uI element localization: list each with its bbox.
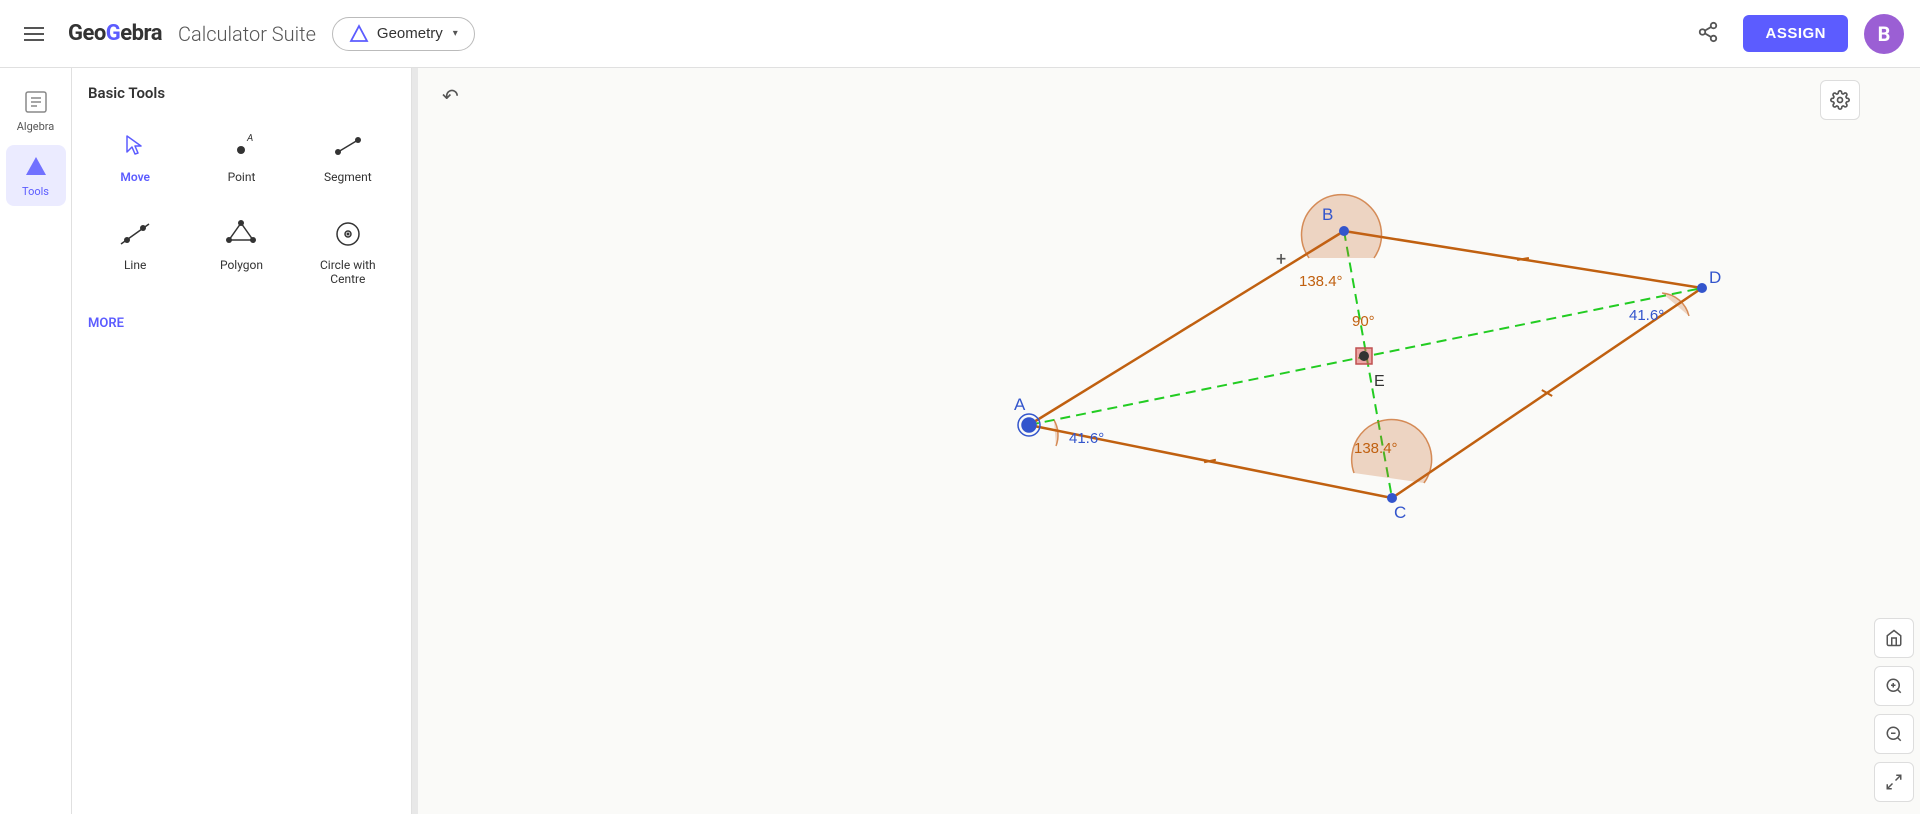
tool-segment[interactable]: Segment [301, 118, 395, 194]
tools-grid: Move A Point [88, 118, 395, 296]
share-button[interactable] [1689, 13, 1727, 54]
svg-text:41.6°: 41.6° [1069, 430, 1104, 447]
line-icon [117, 216, 153, 252]
geometry-icon [349, 24, 369, 44]
svg-text:D: D [1709, 268, 1721, 287]
geometry-label: Geometry [377, 25, 443, 42]
svg-text:+: + [1276, 249, 1286, 270]
svg-text:138.4°: 138.4° [1354, 440, 1398, 457]
point-label: Point [228, 170, 256, 184]
tool-move[interactable]: Move [88, 118, 182, 194]
menu-button[interactable] [16, 19, 52, 49]
tool-polygon[interactable]: Polygon [194, 206, 288, 296]
svg-text:C: C [1394, 503, 1406, 522]
fullscreen-button[interactable] [1874, 762, 1914, 802]
svg-text:138.4°: 138.4° [1299, 273, 1343, 290]
svg-text:41.6°: 41.6° [1629, 307, 1664, 324]
line-label: Line [124, 258, 146, 272]
zoom-in-button[interactable] [1874, 666, 1914, 706]
canvas-area[interactable]: ↶ [418, 68, 1920, 814]
tools-label: Tools [22, 185, 49, 198]
move-label: Move [120, 170, 150, 184]
sidebar-item-tools[interactable]: Tools [6, 145, 66, 206]
geometry-canvas[interactable]: B A C D E 138.4° 90° 138.4° 41.6° 41.6° … [418, 68, 1920, 814]
app-name: Calculator Suite [178, 22, 316, 46]
icon-bar: Algebra Tools [0, 68, 72, 814]
right-controls [1868, 68, 1920, 814]
zoom-out-button[interactable] [1874, 714, 1914, 754]
segment-label: Segment [324, 170, 372, 184]
header: GeoGebra Calculator Suite Geometry ▾ ASS… [0, 0, 1920, 68]
svg-text:B: B [1322, 205, 1333, 224]
tool-line[interactable]: Line [88, 206, 182, 296]
svg-text:E: E [1374, 373, 1385, 390]
segment-icon [330, 128, 366, 164]
tools-panel: Basic Tools Move A Point [72, 68, 412, 814]
svg-text:A: A [246, 133, 253, 144]
sidebar-item-algebra[interactable]: Algebra [6, 80, 66, 141]
chevron-down-icon: ▾ [453, 28, 458, 39]
more-link[interactable]: MORE [88, 312, 395, 335]
move-icon [117, 128, 153, 164]
point-icon: A [223, 128, 259, 164]
algebra-label: Algebra [17, 120, 55, 133]
svg-text:90°: 90° [1352, 313, 1375, 330]
tools-icon [22, 153, 50, 181]
svg-text:A: A [1014, 395, 1026, 414]
algebra-icon [22, 88, 50, 116]
circle-with-centre-icon [330, 216, 366, 252]
tool-circle-with-centre[interactable]: Circle with Centre [301, 206, 395, 296]
polygon-icon [223, 216, 259, 252]
tool-point[interactable]: A Point [194, 118, 288, 194]
circle-with-centre-label: Circle with Centre [307, 258, 389, 286]
assign-button[interactable]: ASSIGN [1743, 15, 1848, 52]
main-layout: Algebra Tools Basic Tools Move [0, 68, 1920, 814]
home-button[interactable] [1874, 618, 1914, 658]
polygon-label: Polygon [220, 258, 263, 272]
geogebra-logo: GeoGebra [68, 21, 162, 46]
tools-title: Basic Tools [88, 84, 395, 102]
geometry-selector[interactable]: Geometry ▾ [332, 17, 475, 51]
user-avatar[interactable]: B [1864, 14, 1904, 54]
